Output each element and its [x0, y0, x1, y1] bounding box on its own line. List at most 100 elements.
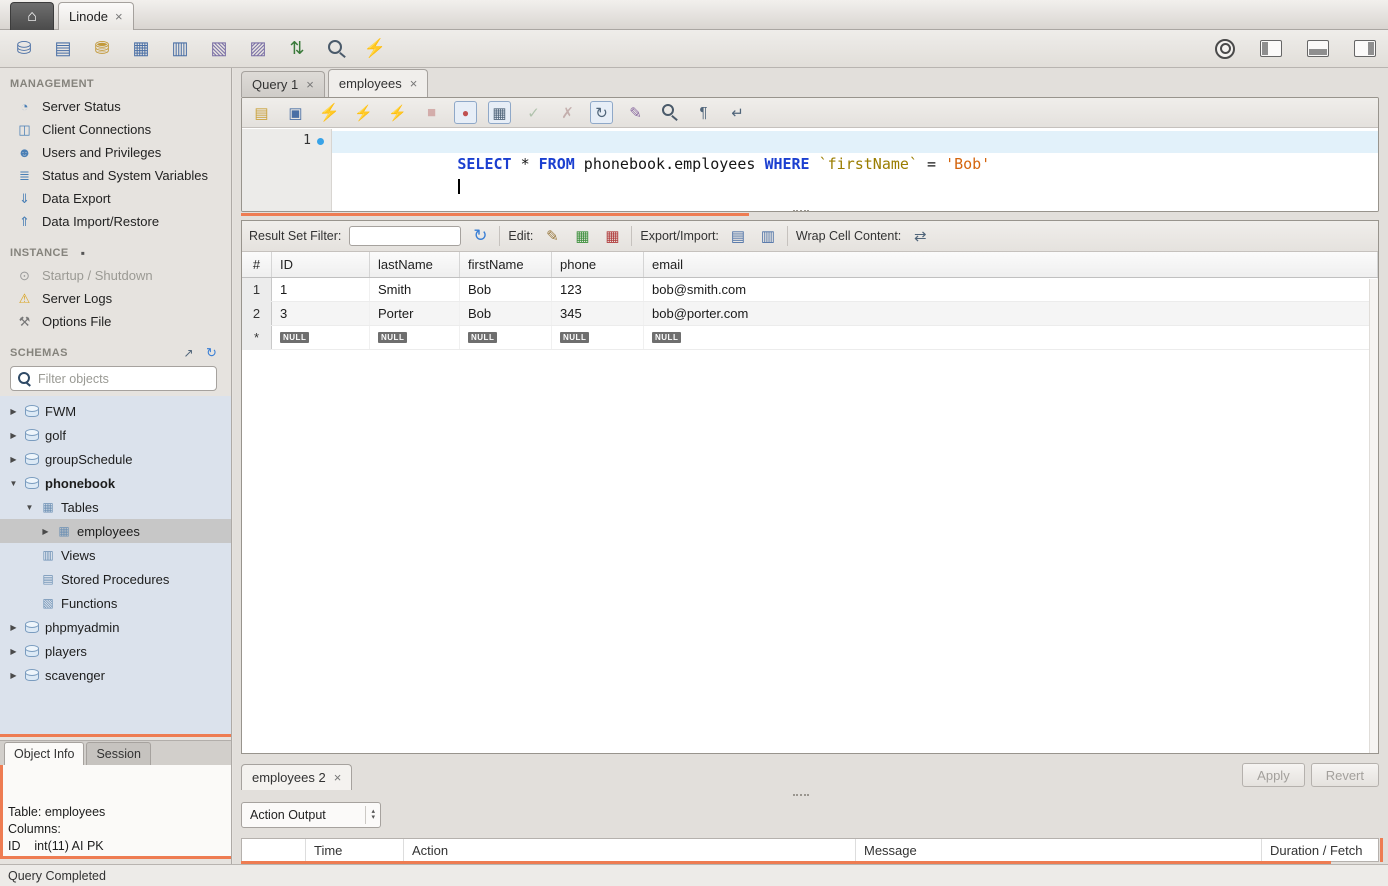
- sidebar-nav-item[interactable]: Client Connections: [16, 118, 227, 141]
- beautify-icon[interactable]: [624, 101, 647, 124]
- output-column-header[interactable]: Time: [306, 839, 404, 861]
- import-records-icon[interactable]: [757, 225, 779, 247]
- editor-resize-handle[interactable]: [793, 210, 809, 215]
- close-icon[interactable]: ×: [115, 9, 123, 24]
- sidebar-nav-item[interactable]: Options File: [16, 310, 227, 333]
- create-view-icon[interactable]: [168, 37, 192, 61]
- tree-item[interactable]: ▼ phonebook: [0, 471, 231, 495]
- table-cell[interactable]: NULL: [370, 326, 460, 349]
- tree-item[interactable]: ▶ employees: [0, 519, 231, 543]
- find-icon[interactable]: [658, 101, 681, 124]
- output-type-selector[interactable]: Action Output ▴ ▾: [241, 802, 381, 828]
- edit-record-icon[interactable]: [541, 225, 563, 247]
- table-cell[interactable]: NULL: [644, 326, 1378, 349]
- sidebar-nav-item[interactable]: Startup / Shutdown: [16, 264, 227, 287]
- code-body[interactable]: SELECT * FROM phonebook.employees WHERE …: [332, 129, 1378, 211]
- vertical-scrollbar[interactable]: [1369, 279, 1378, 753]
- row-header-cell[interactable]: 2: [242, 302, 272, 325]
- reconnect-icon[interactable]: [363, 37, 387, 61]
- table-cell[interactable]: bob@smith.com: [644, 278, 1378, 301]
- result-row[interactable]: 11SmithBob123bob@smith.com: [242, 278, 1378, 302]
- expander-icon[interactable]: ▶: [40, 527, 51, 536]
- limit-rows-icon[interactable]: [488, 101, 511, 124]
- editor-tab[interactable]: employees ×: [328, 69, 428, 97]
- expander-icon[interactable]: ▶: [8, 455, 19, 464]
- object-info-tab[interactable]: Session: [86, 742, 150, 765]
- table-cell[interactable]: Porter: [370, 302, 460, 325]
- toggle-output-area-icon[interactable]: [1307, 40, 1329, 57]
- search-table-icon[interactable]: [324, 37, 348, 61]
- sidebar-nav-item[interactable]: Server Status: [16, 95, 227, 118]
- table-cell[interactable]: NULL: [460, 326, 552, 349]
- table-cell[interactable]: Bob: [460, 302, 552, 325]
- save-icon[interactable]: [284, 101, 307, 124]
- data-import-export-icon[interactable]: [285, 37, 309, 61]
- sidebar-nav-item[interactable]: Users and Privileges: [16, 141, 227, 164]
- output-column-header[interactable]: [242, 839, 306, 861]
- editor-horizontal-scrollbar[interactable]: [241, 213, 749, 216]
- result-set-tab[interactable]: employees 2 ×: [241, 764, 352, 790]
- column-header[interactable]: ID: [272, 252, 370, 277]
- expander-icon[interactable]: ▶: [8, 407, 19, 416]
- object-info-tab[interactable]: Object Info: [4, 742, 84, 765]
- revert-button[interactable]: Revert: [1311, 763, 1379, 787]
- expand-schemas-icon[interactable]: [181, 346, 196, 360]
- output-column-header[interactable]: Message: [856, 839, 1262, 861]
- tree-item[interactable]: ▶ groupSchedule: [0, 447, 231, 471]
- apply-button[interactable]: Apply: [1242, 763, 1305, 787]
- row-header-cell[interactable]: *: [242, 326, 272, 349]
- new-query-tab-icon[interactable]: [12, 37, 36, 61]
- result-row[interactable]: 23PorterBob345bob@porter.com: [242, 302, 1378, 326]
- toggle-secondary-sidebar-icon[interactable]: [1354, 40, 1376, 57]
- home-tab[interactable]: ⌂: [10, 2, 54, 30]
- export-records-icon[interactable]: [727, 225, 749, 247]
- invisibles-icon[interactable]: [692, 101, 715, 124]
- explain-icon[interactable]: [386, 101, 409, 124]
- open-sql-script-icon[interactable]: [51, 37, 75, 61]
- tree-item[interactable]: Stored Procedures: [0, 567, 231, 591]
- refresh-results-icon[interactable]: [469, 225, 491, 247]
- open-file-icon[interactable]: [250, 101, 273, 124]
- column-header[interactable]: firstName: [460, 252, 552, 277]
- expander-icon[interactable]: ▶: [8, 671, 19, 680]
- column-header[interactable]: #: [242, 252, 272, 277]
- stop-icon[interactable]: [420, 101, 443, 124]
- table-cell[interactable]: NULL: [552, 326, 644, 349]
- sidebar-nav-item[interactable]: Data Import/Restore: [16, 210, 227, 233]
- wrap-cell-icon[interactable]: [909, 225, 931, 247]
- selector-stepper-icon[interactable]: ▴ ▾: [365, 806, 375, 824]
- refresh-schemas-icon[interactable]: [204, 346, 219, 360]
- table-cell[interactable]: 123: [552, 278, 644, 301]
- close-tab-icon[interactable]: ×: [306, 77, 314, 92]
- output-column-header[interactable]: Duration / Fetch: [1262, 839, 1378, 861]
- tree-item[interactable]: ▶ phpmyadmin: [0, 615, 231, 639]
- column-header[interactable]: phone: [552, 252, 644, 277]
- table-cell[interactable]: bob@porter.com: [644, 302, 1378, 325]
- add-record-icon[interactable]: [571, 225, 593, 247]
- execute-current-icon[interactable]: [352, 101, 375, 124]
- result-filter-input[interactable]: [349, 226, 461, 246]
- toggle-sidebar-icon[interactable]: [1260, 40, 1282, 57]
- sidebar-nav-item[interactable]: Status and System Variables: [16, 164, 227, 187]
- column-header[interactable]: lastName: [370, 252, 460, 277]
- expander-icon[interactable]: ▶: [8, 431, 19, 440]
- sidebar-nav-item[interactable]: Server Logs: [16, 287, 227, 310]
- tree-item[interactable]: Functions: [0, 591, 231, 615]
- create-function-icon[interactable]: [246, 37, 270, 61]
- editor-tab[interactable]: Query 1 ×: [241, 71, 325, 97]
- table-cell[interactable]: 1: [272, 278, 370, 301]
- commit-icon[interactable]: [522, 101, 545, 124]
- table-cell[interactable]: Smith: [370, 278, 460, 301]
- output-column-header[interactable]: Action: [404, 839, 856, 861]
- close-tab-icon[interactable]: ×: [410, 76, 418, 91]
- stop-on-error-icon[interactable]: [454, 101, 477, 124]
- table-cell[interactable]: 345: [552, 302, 644, 325]
- tree-item[interactable]: ▶ players: [0, 639, 231, 663]
- table-cell[interactable]: Bob: [460, 278, 552, 301]
- tree-item[interactable]: ▶ golf: [0, 423, 231, 447]
- wrap-icon[interactable]: [726, 101, 749, 124]
- column-header[interactable]: email: [644, 252, 1378, 277]
- create-table-icon[interactable]: [129, 37, 153, 61]
- create-procedure-icon[interactable]: [207, 37, 231, 61]
- sidebar-nav-item[interactable]: Data Export: [16, 187, 227, 210]
